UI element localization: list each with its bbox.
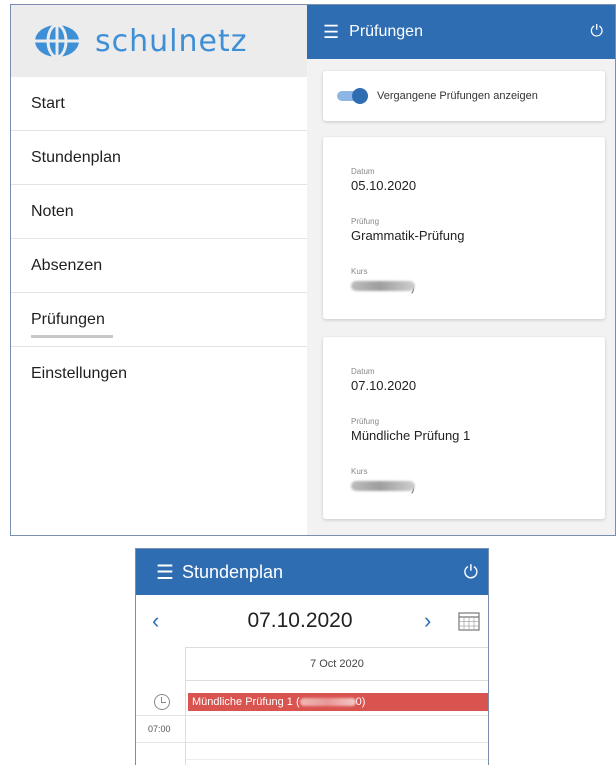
event-tail: 0) xyxy=(355,696,366,708)
timetable-screenshot: ☰ Stundenplan ⏻ ‹ 07.10.2020 › 7 Oct 202… xyxy=(135,548,489,765)
exam-card: Datum 05.10.2020 Prüfung Grammatik-Prüfu… xyxy=(323,137,605,319)
sidebar-item-label: Absenzen xyxy=(31,256,103,274)
redacted-text xyxy=(351,481,415,491)
sidebar: schulnetz Start Stundenplan Noten Absenz… xyxy=(11,5,307,535)
sidebar-item-stundenplan[interactable]: Stundenplan xyxy=(11,131,307,185)
time-label: 07:00 xyxy=(148,724,171,734)
redacted-text xyxy=(299,698,356,707)
exam-name: Grammatik-Prüfung xyxy=(351,228,465,243)
sidebar-item-label: Prüfungen xyxy=(31,310,105,328)
app-header: ☰ Stundenplan ⏻ xyxy=(136,549,488,595)
power-icon[interactable]: ⏻ xyxy=(464,562,478,583)
globe-logo-icon xyxy=(35,23,79,59)
active-indicator xyxy=(31,335,113,338)
course-value: ) xyxy=(351,478,605,496)
exam-date: 07.10.2020 xyxy=(351,378,417,393)
exam-label: Prüfung xyxy=(351,417,380,426)
course-value: ) xyxy=(351,278,605,296)
grid-line xyxy=(186,759,488,760)
calendar-icon[interactable] xyxy=(458,611,480,631)
event-title: Mündliche Prüfung 1 ( xyxy=(192,696,300,708)
exam-label: Prüfung xyxy=(351,217,380,226)
exam-name: Mündliche Prüfung 1 xyxy=(351,428,471,443)
clock-icon xyxy=(154,694,170,710)
page-title: Stundenplan xyxy=(181,561,284,582)
course-label: Kurs xyxy=(351,467,368,476)
past-exams-toggle-card: Vergangene Prüfungen anzeigen xyxy=(323,71,605,121)
all-day-row: Mündliche Prüfung 1 ( 0) xyxy=(136,693,488,713)
sidebar-item-label: Start xyxy=(31,94,65,112)
sidebar-item-pruefungen[interactable]: Prüfungen xyxy=(11,293,307,347)
exam-card: Datum 07.10.2020 Prüfung Mündliche Prüfu… xyxy=(323,337,605,519)
power-icon[interactable]: ⏻ xyxy=(590,23,603,41)
main-content: ☰ Prüfungen ⏻ Vergangene Prüfungen anzei… xyxy=(307,5,615,535)
app-header: ☰ Prüfungen ⏻ xyxy=(307,5,615,59)
chevron-right-icon[interactable]: › xyxy=(424,608,448,634)
menu-icon[interactable]: ☰ xyxy=(323,22,339,43)
past-exams-toggle[interactable] xyxy=(337,88,368,104)
sidebar-item-label: Noten xyxy=(31,202,74,220)
day-header: 7 Oct 2020 xyxy=(186,647,488,681)
brand-name: schulnetz xyxy=(95,23,248,59)
toggle-knob xyxy=(352,88,368,104)
time-slot-row[interactable]: 07:00 xyxy=(136,715,488,743)
exam-date: 05.10.2020 xyxy=(351,178,417,193)
current-date: 07.10.2020 xyxy=(247,609,353,632)
date-label: Datum xyxy=(351,367,375,376)
calendar-event[interactable]: Mündliche Prüfung 1 ( 0) xyxy=(188,693,488,711)
sidebar-item-label: Einstellungen xyxy=(31,365,128,382)
date-label: Datum xyxy=(351,167,375,176)
sidebar-item-label: Stundenplan xyxy=(31,148,121,166)
logo[interactable]: schulnetz xyxy=(11,5,307,77)
date-navigator: ‹ 07.10.2020 › xyxy=(136,595,488,647)
chevron-left-icon[interactable]: ‹ xyxy=(152,608,176,634)
sidebar-item-einstellungen[interactable]: Einstellungen xyxy=(11,347,307,401)
sidebar-item-noten[interactable]: Noten xyxy=(11,185,307,239)
redacted-text xyxy=(351,281,415,291)
exams-screenshot: schulnetz Start Stundenplan Noten Absenz… xyxy=(10,4,616,536)
sidebar-item-start[interactable]: Start xyxy=(11,77,307,131)
course-label: Kurs xyxy=(351,267,368,276)
menu-icon[interactable]: ☰ xyxy=(156,560,174,585)
page-title: Prüfungen xyxy=(349,23,423,40)
toggle-label: Vergangene Prüfungen anzeigen xyxy=(377,90,538,102)
sidebar-item-absenzen[interactable]: Absenzen xyxy=(11,239,307,293)
